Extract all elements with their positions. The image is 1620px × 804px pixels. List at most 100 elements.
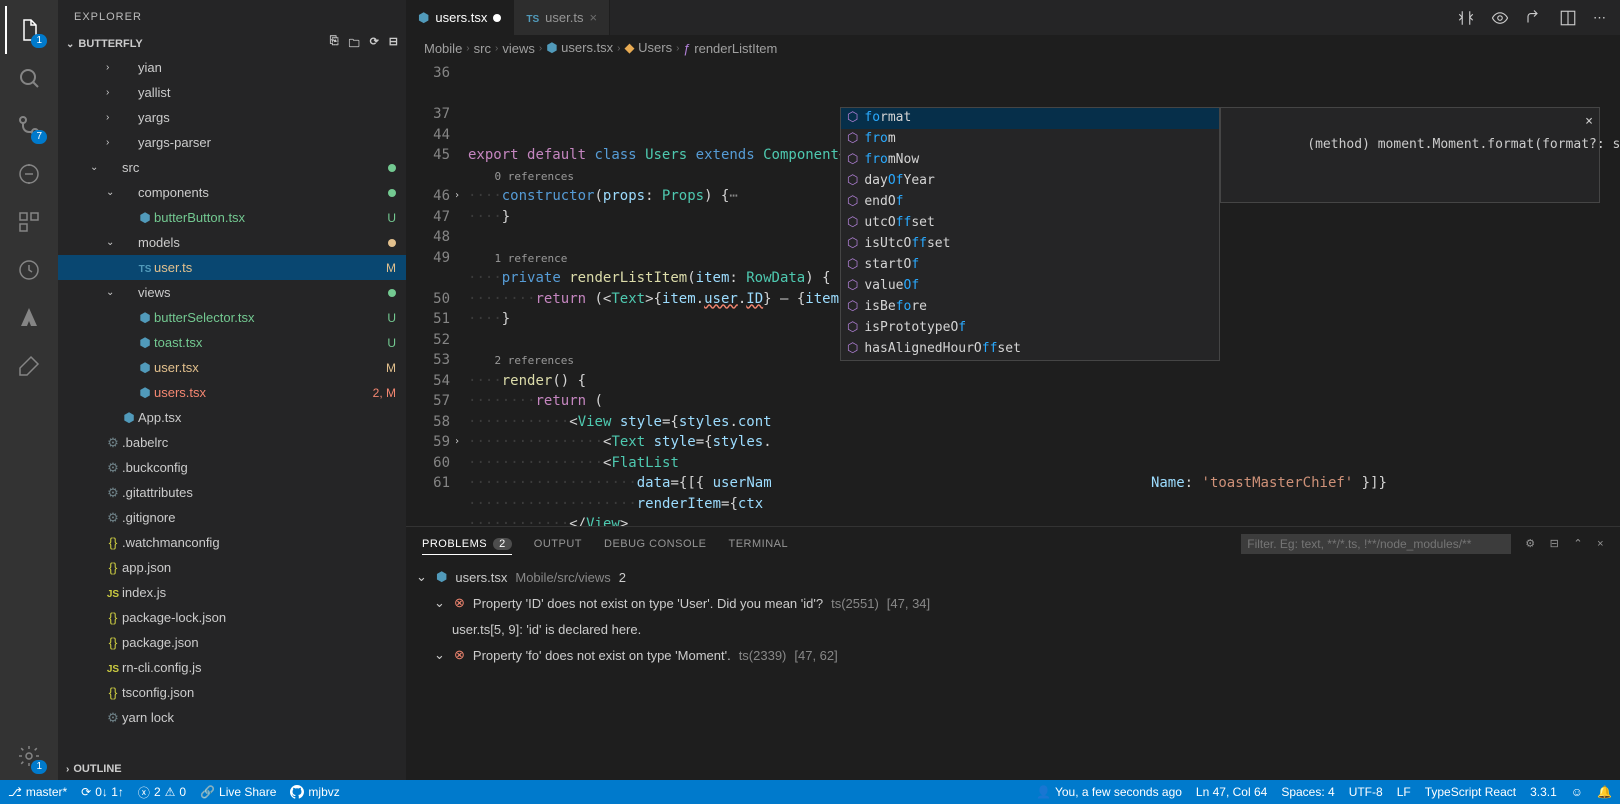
explorer-icon[interactable]: 1 <box>5 6 53 54</box>
tree-item[interactable]: ›yargs-parser <box>58 130 406 155</box>
suggest-widget[interactable]: ⬡format⬡from⬡fromNow⬡dayOfYear⬡endOf⬡utc… <box>840 107 1220 361</box>
tree-item[interactable]: ›yian <box>58 55 406 80</box>
eol-status[interactable]: LF <box>1397 785 1411 799</box>
timeline-icon[interactable] <box>5 246 53 294</box>
split-icon[interactable] <box>1559 9 1577 27</box>
cursor-position[interactable]: Ln 47, Col 64 <box>1196 785 1267 799</box>
tree-item[interactable]: ⚙.babelrc <box>58 430 406 455</box>
scm-icon[interactable]: 7 <box>5 102 53 150</box>
tab-terminal[interactable]: TERMINAL <box>728 538 788 550</box>
new-file-icon[interactable]: ⎘ <box>330 35 339 54</box>
tree-item[interactable]: ⬢App.tsx <box>58 405 406 430</box>
encoding-status[interactable]: UTF-8 <box>1349 785 1383 799</box>
problem-file[interactable]: ⌄ ⬢ users.tsx Mobile/src/views 2 <box>416 564 1610 590</box>
breadcrumb[interactable]: Mobile› src› views›⬢ users.tsx›◆ Users›ƒ… <box>406 35 1620 61</box>
suggest-item[interactable]: ⬡hasAlignedHourOffset <box>841 339 1219 360</box>
filter-input[interactable] <box>1241 534 1511 554</box>
tab-debug-console[interactable]: DEBUG CONSOLE <box>604 538 706 550</box>
tree-item[interactable]: ⚙.gitignore <box>58 505 406 530</box>
problem-row[interactable]: ⌄⊗Property 'ID' does not exist on type '… <box>416 590 1610 616</box>
search-icon[interactable] <box>5 54 53 102</box>
tree-item[interactable]: {}.watchmanconfig <box>58 530 406 555</box>
crumb[interactable]: views <box>502 41 535 56</box>
tab-output[interactable]: OUTPUT <box>534 538 582 550</box>
suggest-item[interactable]: ⬡dayOfYear <box>841 171 1219 192</box>
tree-item[interactable]: ⌄src <box>58 155 406 180</box>
suggest-item[interactable]: ⬡isUtcOffset <box>841 234 1219 255</box>
extensions-icon[interactable] <box>5 198 53 246</box>
problem-row[interactable]: ⌄⊗Property 'fo' does not exist on type '… <box>416 642 1610 668</box>
suggest-item[interactable]: ⬡utcOffset <box>841 213 1219 234</box>
ts-version[interactable]: 3.3.1 <box>1530 785 1557 799</box>
code-editor[interactable]: 363744454647484950515253545758596061 ⬡fo… <box>406 61 1620 526</box>
crumb[interactable]: ⬢ users.tsx <box>546 40 613 56</box>
editor-tab[interactable]: TSuser.ts× <box>514 0 610 35</box>
suggest-item[interactable]: ⬡endOf <box>841 192 1219 213</box>
crumb[interactable]: src <box>474 41 491 56</box>
editor-tab[interactable]: ⬢users.tsx <box>406 0 514 35</box>
problem-row[interactable]: user.ts[5, 9]: 'id' is declared here. <box>416 616 1610 642</box>
filter-settings-icon[interactable]: ⚙ <box>1525 537 1535 550</box>
outline-header[interactable]: › OUTLINE <box>58 758 406 780</box>
workspace-name: BUTTERFLY <box>78 38 142 50</box>
maximize-icon[interactable]: ⌃ <box>1573 537 1583 550</box>
sync-status[interactable]: ⟳ 0↓ 1↑ <box>81 785 124 799</box>
tree-item[interactable]: ⚙.gitattributes <box>58 480 406 505</box>
crumb[interactable]: Mobile <box>424 41 462 56</box>
branch-status[interactable]: ⎇ master* <box>8 785 67 799</box>
suggest-item[interactable]: ⬡startOf <box>841 255 1219 276</box>
feedback-smile-icon[interactable]: ☺ <box>1571 785 1583 799</box>
tree-item[interactable]: ⬢user.tsxM <box>58 355 406 380</box>
editor-group: ⬢users.tsxTSuser.ts× ⋯ Mobile› src› view… <box>406 0 1620 780</box>
tree-item[interactable]: ›yargs <box>58 105 406 130</box>
tree-item[interactable]: ⚙yarn lock <box>58 705 406 730</box>
tree-item[interactable]: ⬢butterButton.tsxU <box>58 205 406 230</box>
azure-icon[interactable] <box>5 294 53 342</box>
tree-item[interactable]: {}tsconfig.json <box>58 680 406 705</box>
live-share[interactable]: 🔗 Live Share <box>200 785 276 799</box>
workspace-header[interactable]: ⌄ BUTTERFLY ⎘ 🗀 ⟳ ⊟ <box>58 33 406 55</box>
tree-item[interactable]: {}package-lock.json <box>58 605 406 630</box>
tree-item[interactable]: ⌄models <box>58 230 406 255</box>
suggest-item[interactable]: ⬡fromNow <box>841 150 1219 171</box>
open-changes-icon[interactable] <box>1525 9 1543 27</box>
close-panel-icon[interactable]: × <box>1597 538 1604 550</box>
tree-item[interactable]: ›yallist <box>58 80 406 105</box>
tree-item[interactable]: ⬢users.tsx2, M <box>58 380 406 405</box>
tree-item[interactable]: ⬢toast.tsxU <box>58 330 406 355</box>
tree-item[interactable]: ⬢butterSelector.tsxU <box>58 305 406 330</box>
suggest-item[interactable]: ⬡isPrototypeOf <box>841 318 1219 339</box>
new-folder-icon[interactable]: 🗀 <box>349 35 360 54</box>
blame-status[interactable]: 👤 You, a few seconds ago <box>1036 785 1182 799</box>
suggest-item[interactable]: ⬡from <box>841 129 1219 150</box>
tree-item[interactable]: JSrn-cli.config.js <box>58 655 406 680</box>
feedback-icon[interactable] <box>5 342 53 390</box>
tree-item[interactable]: TSuser.tsM <box>58 255 406 280</box>
tree-item[interactable]: {}package.json <box>58 630 406 655</box>
tree-item[interactable]: ⌄views <box>58 280 406 305</box>
collapse-icon[interactable]: ⊟ <box>389 35 398 54</box>
suggest-item[interactable]: ⬡format <box>841 108 1219 129</box>
github-user[interactable]: mjbvz <box>290 785 339 799</box>
tree-item[interactable]: ⚙.buckconfig <box>58 455 406 480</box>
suggest-item[interactable]: ⬡isBefore <box>841 297 1219 318</box>
bell-icon[interactable]: 🔔 <box>1597 785 1612 799</box>
suggest-item[interactable]: ⬡valueOf <box>841 276 1219 297</box>
more-icon[interactable]: ⋯ <box>1593 10 1606 26</box>
compare-icon[interactable] <box>1457 9 1475 27</box>
spaces-status[interactable]: Spaces: 4 <box>1281 785 1334 799</box>
tree-item[interactable]: ⌄components <box>58 180 406 205</box>
language-status[interactable]: TypeScript React <box>1425 785 1516 799</box>
tab-problems[interactable]: PROBLEMS2 <box>422 538 512 555</box>
refresh-icon[interactable]: ⟳ <box>370 35 379 54</box>
preview-icon[interactable] <box>1491 9 1509 27</box>
debug-icon[interactable] <box>5 150 53 198</box>
crumb[interactable]: ƒ renderListItem <box>683 41 777 56</box>
settings-icon[interactable]: 1 <box>5 732 53 780</box>
close-icon[interactable]: × <box>1585 112 1593 133</box>
tree-item[interactable]: JSindex.js <box>58 580 406 605</box>
crumb[interactable]: ◆ Users <box>625 40 673 56</box>
tree-item[interactable]: {}app.json <box>58 555 406 580</box>
collapse-all-icon[interactable]: ⊟ <box>1550 537 1560 550</box>
error-count[interactable]: ⓧ 2 ⚠ 0 <box>138 784 186 801</box>
